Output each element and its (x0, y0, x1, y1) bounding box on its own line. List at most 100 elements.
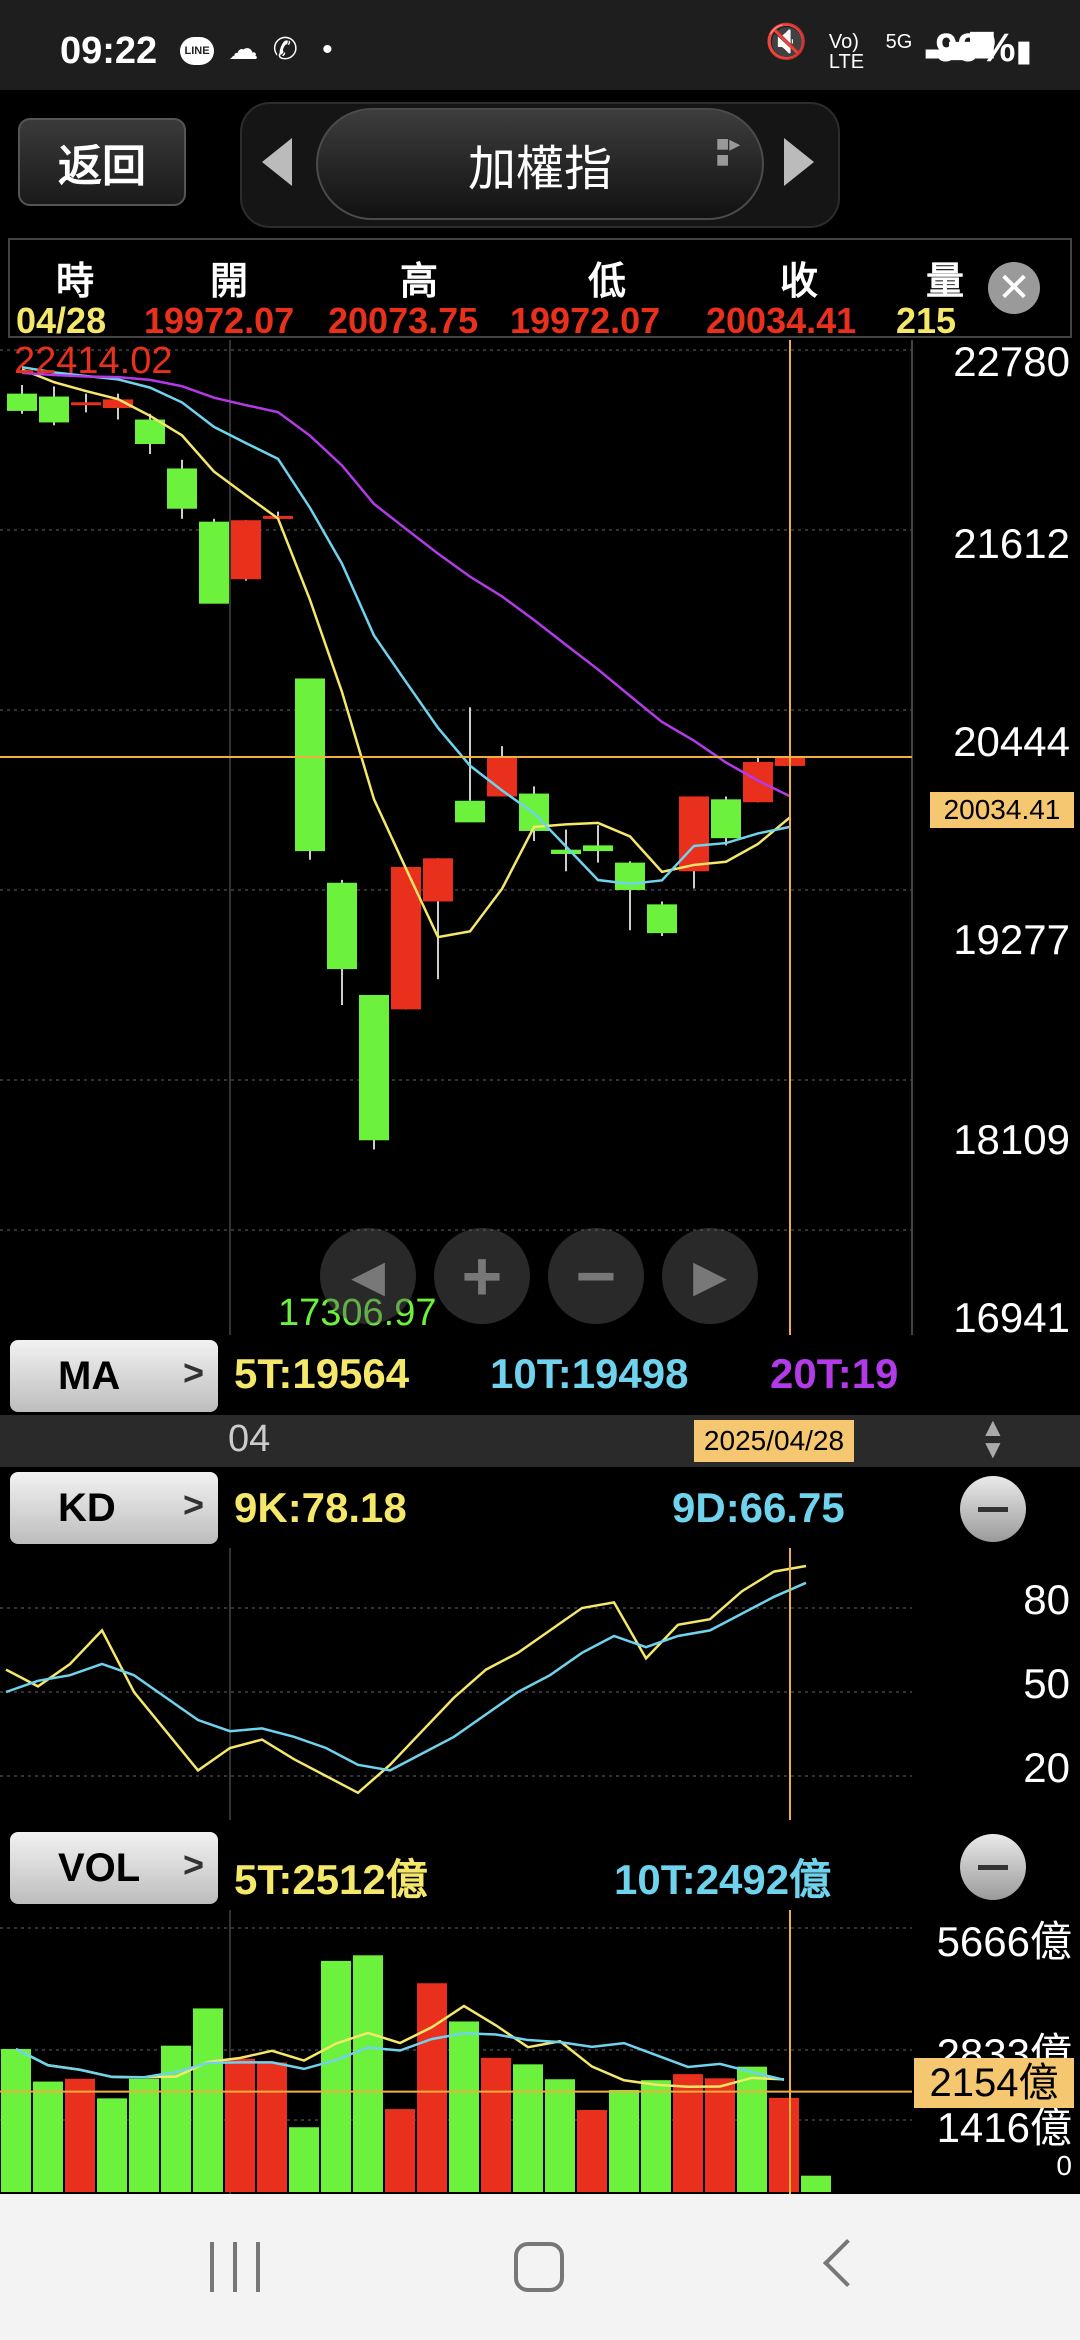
candle-body (551, 849, 581, 855)
high-label: 高 (400, 261, 439, 303)
battery-level: 99%▮ (935, 26, 1032, 70)
cloud-icon: ☁ (228, 33, 259, 66)
price-tick-label: 20444 (953, 718, 1070, 765)
dot-icon: • (322, 33, 333, 66)
k-value: 9K:78.18 (234, 1484, 407, 1531)
kd-selector-button[interactable]: KD > (10, 1472, 218, 1544)
volume-bar (737, 2066, 767, 2192)
candle-body (455, 800, 485, 823)
mute-icon: 🔇 (765, 23, 808, 61)
time-value: 04/28 (16, 300, 107, 341)
price-tick-label: 22780 (953, 338, 1070, 385)
volume-bar (321, 1960, 351, 2192)
candle-body (359, 994, 389, 1141)
symbol-title[interactable]: 加權指 (316, 108, 764, 220)
candlestick-chart[interactable] (0, 340, 1080, 1335)
candle-body (39, 396, 69, 423)
volume-bar (289, 2127, 319, 2192)
call-icon: ✆ (272, 33, 298, 66)
candle-body (71, 402, 101, 406)
volume-bar (449, 2021, 479, 2192)
candle-body (743, 761, 773, 803)
low-value: 19972.07 (510, 300, 661, 341)
system-nav-bar (0, 2194, 1080, 2340)
candle-body (295, 678, 325, 852)
scroll-right-button[interactable]: ▶ (662, 1228, 758, 1324)
ma5-value: 5T:19564 (234, 1350, 410, 1397)
volume-bar (705, 2078, 735, 2192)
volte-label: Vo) (828, 31, 859, 53)
home-icon[interactable] (514, 2242, 564, 2292)
5g-label: 5G (885, 31, 913, 53)
prev-symbol-icon[interactable] (262, 138, 292, 186)
candle-body (647, 904, 677, 934)
candle-body (583, 845, 613, 852)
chevron-left-icon: ◀ (351, 1251, 385, 1301)
date-axis-row (0, 1415, 1080, 1467)
candle-body (167, 468, 197, 509)
kd-tick-label: 20 (1023, 1744, 1070, 1791)
top-toolbar: 返回 加權指 ■▸ ■ (0, 90, 1080, 240)
volume-tick-label: 0 (1056, 2150, 1072, 2181)
remove-kd-button[interactable] (960, 1476, 1026, 1542)
open-label: 開 (210, 261, 249, 303)
line-app-icon: LINE (180, 37, 214, 66)
price-tick-label: 19277 (953, 916, 1070, 963)
candle-body (7, 393, 37, 411)
open-value: 19972.07 (144, 300, 295, 341)
price-tick-label: 21612 (953, 520, 1070, 567)
volume-bar (129, 2078, 159, 2192)
lte-label: LTE (828, 51, 865, 73)
low-label: 低 (588, 261, 627, 303)
back-nav-icon[interactable] (822, 2238, 872, 2288)
chevron-right-icon: > (182, 1352, 204, 1393)
zoom-in-button[interactable]: + (434, 1228, 530, 1324)
volume-bar (545, 2079, 575, 2192)
remove-vol-button[interactable] (960, 1834, 1026, 1900)
high-value: 20073.75 (328, 300, 479, 341)
volume-bar (513, 2064, 543, 2192)
kd-chart (0, 1548, 912, 1820)
candle-body (423, 858, 453, 902)
close-label: 收 (780, 261, 819, 303)
recent-apps-icon[interactable] (210, 2242, 260, 2292)
scroll-left-button[interactable]: ◀ (320, 1228, 416, 1324)
volume-bar (33, 2081, 63, 2192)
status-bar: 09:22 LINE ☁ ✆ • 🔇 Vo) LTE 5G ▂▄▆ 99%▮ (0, 0, 1080, 90)
current-price-tag: 20034.41 (930, 792, 1074, 828)
month-label: 04 (228, 1418, 271, 1460)
zoom-out-button[interactable]: − (548, 1228, 644, 1324)
d-value: 9D:66.75 (672, 1484, 845, 1531)
candle-body (327, 882, 357, 970)
volume-bar (481, 2057, 511, 2192)
vol-selector-button[interactable]: VOL > (10, 1832, 218, 1904)
resize-handle-icon[interactable]: ▲ ▼ (980, 1414, 1006, 1462)
candle-body (231, 520, 261, 580)
volume-bar (385, 2109, 415, 2192)
volume-bar (577, 2109, 607, 2192)
back-button[interactable]: 返回 (18, 118, 186, 206)
drag-handle-icon[interactable]: ■▸ ■ (716, 133, 746, 186)
play-icon: ▶ (693, 1251, 727, 1301)
chevron-right-icon: > (182, 1844, 204, 1885)
price-tick-label: 18109 (953, 1116, 1070, 1163)
plus-icon: + (461, 1237, 503, 1315)
ma10-value: 10T:19498 (490, 1350, 689, 1397)
volume-bar (257, 2062, 287, 2192)
volume-bar (97, 2098, 127, 2192)
volume-tick-label: 5666億 (936, 1918, 1072, 1965)
ohlc-header: 時 開 高 低 收 量 04/28 19972.07 20073.75 1997… (8, 238, 1072, 341)
ma-selector-button[interactable]: MA > (10, 1340, 218, 1412)
close-icon[interactable]: ✕ (988, 262, 1040, 314)
volume-bar (225, 2058, 255, 2192)
plot-background (0, 340, 912, 1335)
current-volume-tag: 2154億 (914, 2058, 1074, 2108)
volume-bar (1, 2048, 31, 2192)
volume-label: 量 (926, 261, 965, 303)
next-symbol-icon[interactable] (784, 138, 814, 186)
volume-bar (65, 2078, 95, 2192)
candle-body (711, 799, 741, 839)
volume-bar (609, 2089, 639, 2192)
period-high-label: 22414.02 (14, 340, 173, 382)
volume-bar (353, 1955, 383, 2192)
